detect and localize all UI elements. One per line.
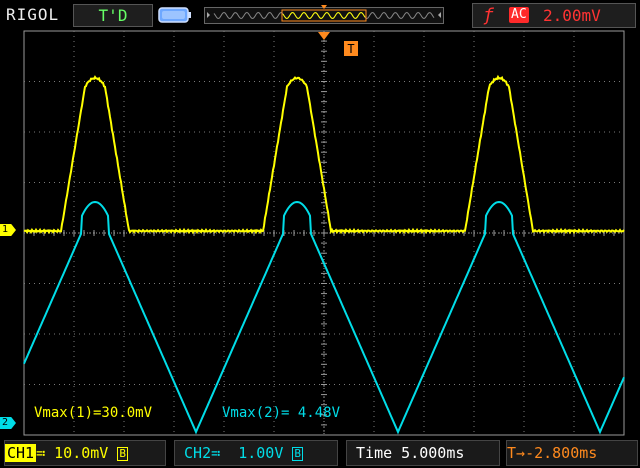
status-bar: RIGOL T'D ƒ AC 2.00mV (0, 0, 640, 30)
trigger-settings[interactable]: ƒ AC 2.00mV (472, 3, 636, 28)
ch2-marker-label: 2 (2, 417, 9, 428)
ch1-settings[interactable]: CH1 ≕ 10.0mV B (4, 440, 166, 466)
memory-depth-bar[interactable] (204, 5, 444, 25)
trigger-coupling-badge: AC (509, 7, 529, 23)
rising-edge-icon: ƒ (483, 5, 494, 26)
ch1-label: CH1 (5, 444, 37, 462)
battery-icon (158, 7, 191, 23)
ch1-marker-label: 1 (2, 224, 9, 235)
brand-logo: RIGOL (6, 5, 60, 24)
timebase-value: Time 5.000ms (356, 444, 465, 462)
ch2-settings[interactable]: CH2≕ 1.00V B (174, 440, 338, 466)
trigger-marker-label: T (347, 42, 354, 56)
ch1-scale: 10.0mV (45, 444, 109, 462)
ch2-coupling-icon: ≕ (211, 444, 221, 462)
ch2-scale: 1.00V (220, 444, 284, 462)
channel-info-bar: CH1 ≕ 10.0mV B CH2≕ 1.00V B Time 5.000ms … (0, 437, 640, 468)
trigger-level: 2.00mV (543, 6, 601, 25)
ch1-coupling-icon: ≕ (36, 444, 46, 462)
trigger-status: T'D (73, 4, 153, 27)
timebase-setting[interactable]: Time 5.000ms (346, 440, 500, 466)
ch2-vmax-measurement: Vmax(2)= 4.48V (222, 405, 341, 421)
ch2-label: CH2 (184, 444, 212, 462)
ch1-vmax-measurement: Vmax(1)=30.0mV (34, 405, 153, 421)
trigger-offset-setting[interactable]: T→-2.800ms (506, 440, 638, 466)
waveform-display[interactable]: T (0, 0, 640, 437)
trigger-offset-icon: T→ (507, 444, 526, 462)
ch1-bandwidth-limit-icon: B (117, 446, 128, 461)
ch2-bandwidth-limit-icon: B (292, 446, 304, 461)
trigger-offset-value: -2.800ms (525, 444, 598, 462)
